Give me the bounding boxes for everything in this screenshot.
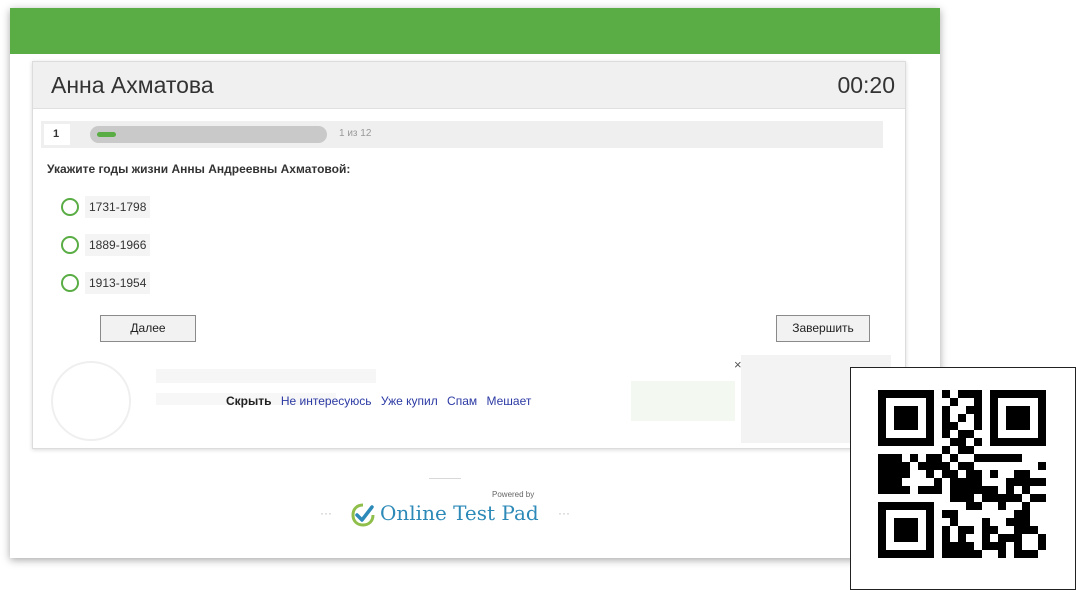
ad-faded-text (156, 369, 376, 383)
progress-bar (90, 126, 327, 143)
ad-faded-button (631, 381, 735, 421)
qr-code-box (850, 367, 1076, 590)
progress-fill (97, 132, 116, 137)
next-button[interactable]: Далее (100, 315, 196, 342)
footer-divider (429, 478, 461, 479)
ad-logo (51, 361, 131, 441)
checkmark-logo-icon (351, 503, 375, 527)
radio-button[interactable] (61, 274, 79, 292)
footer-dots: ··· (558, 506, 570, 520)
browser-window: Анна Ахматова 00:20 1 1 из 12 Укажите го… (10, 8, 940, 558)
radio-button[interactable] (61, 236, 79, 254)
answer-label[interactable]: 1731-1798 (85, 196, 151, 218)
footer-logo[interactable]: ··· Powered by Online Test Pad ··· (320, 490, 580, 530)
top-bar (10, 8, 940, 54)
progress-count: 1 из 12 (339, 128, 372, 139)
quiz-header: Анна Ахматова 00:20 (33, 62, 905, 109)
question-text: Укажите годы жизни Анны Андреевны Ахмато… (47, 162, 351, 176)
ad-annoying-link[interactable]: Мешает (486, 394, 531, 408)
brand-name: Online Test Pad (380, 501, 539, 525)
ad-spam-link[interactable]: Спам (447, 394, 477, 408)
ad-already-bought-link[interactable]: Уже купил (381, 394, 438, 408)
finish-button[interactable]: Завершить (776, 315, 870, 342)
powered-by-label: Powered by (492, 490, 535, 499)
answer-label[interactable]: 1913-1954 (85, 272, 151, 294)
answer-label[interactable]: 1889-1966 (85, 234, 151, 256)
ad-hide-link[interactable]: Скрыть (226, 394, 272, 408)
quiz-title: Анна Ахматова (51, 72, 214, 98)
quiz-panel: Анна Ахматова 00:20 1 1 из 12 Укажите го… (32, 61, 906, 449)
qr-code-icon (878, 390, 1046, 558)
progress-row: 1 1 из 12 (41, 121, 883, 148)
footer-dots: ··· (320, 506, 332, 520)
radio-button[interactable] (61, 198, 79, 216)
ad-feedback-links: Скрыть Не интересуюсь Уже купил Спам Меш… (226, 394, 537, 408)
ad-banner: × Скрыть Не интересуюсь Уже купил Спам М… (41, 355, 742, 443)
ad-not-interested-link[interactable]: Не интересуюсь (281, 394, 372, 408)
timer: 00:20 (837, 72, 895, 98)
question-number: 1 (44, 124, 70, 145)
